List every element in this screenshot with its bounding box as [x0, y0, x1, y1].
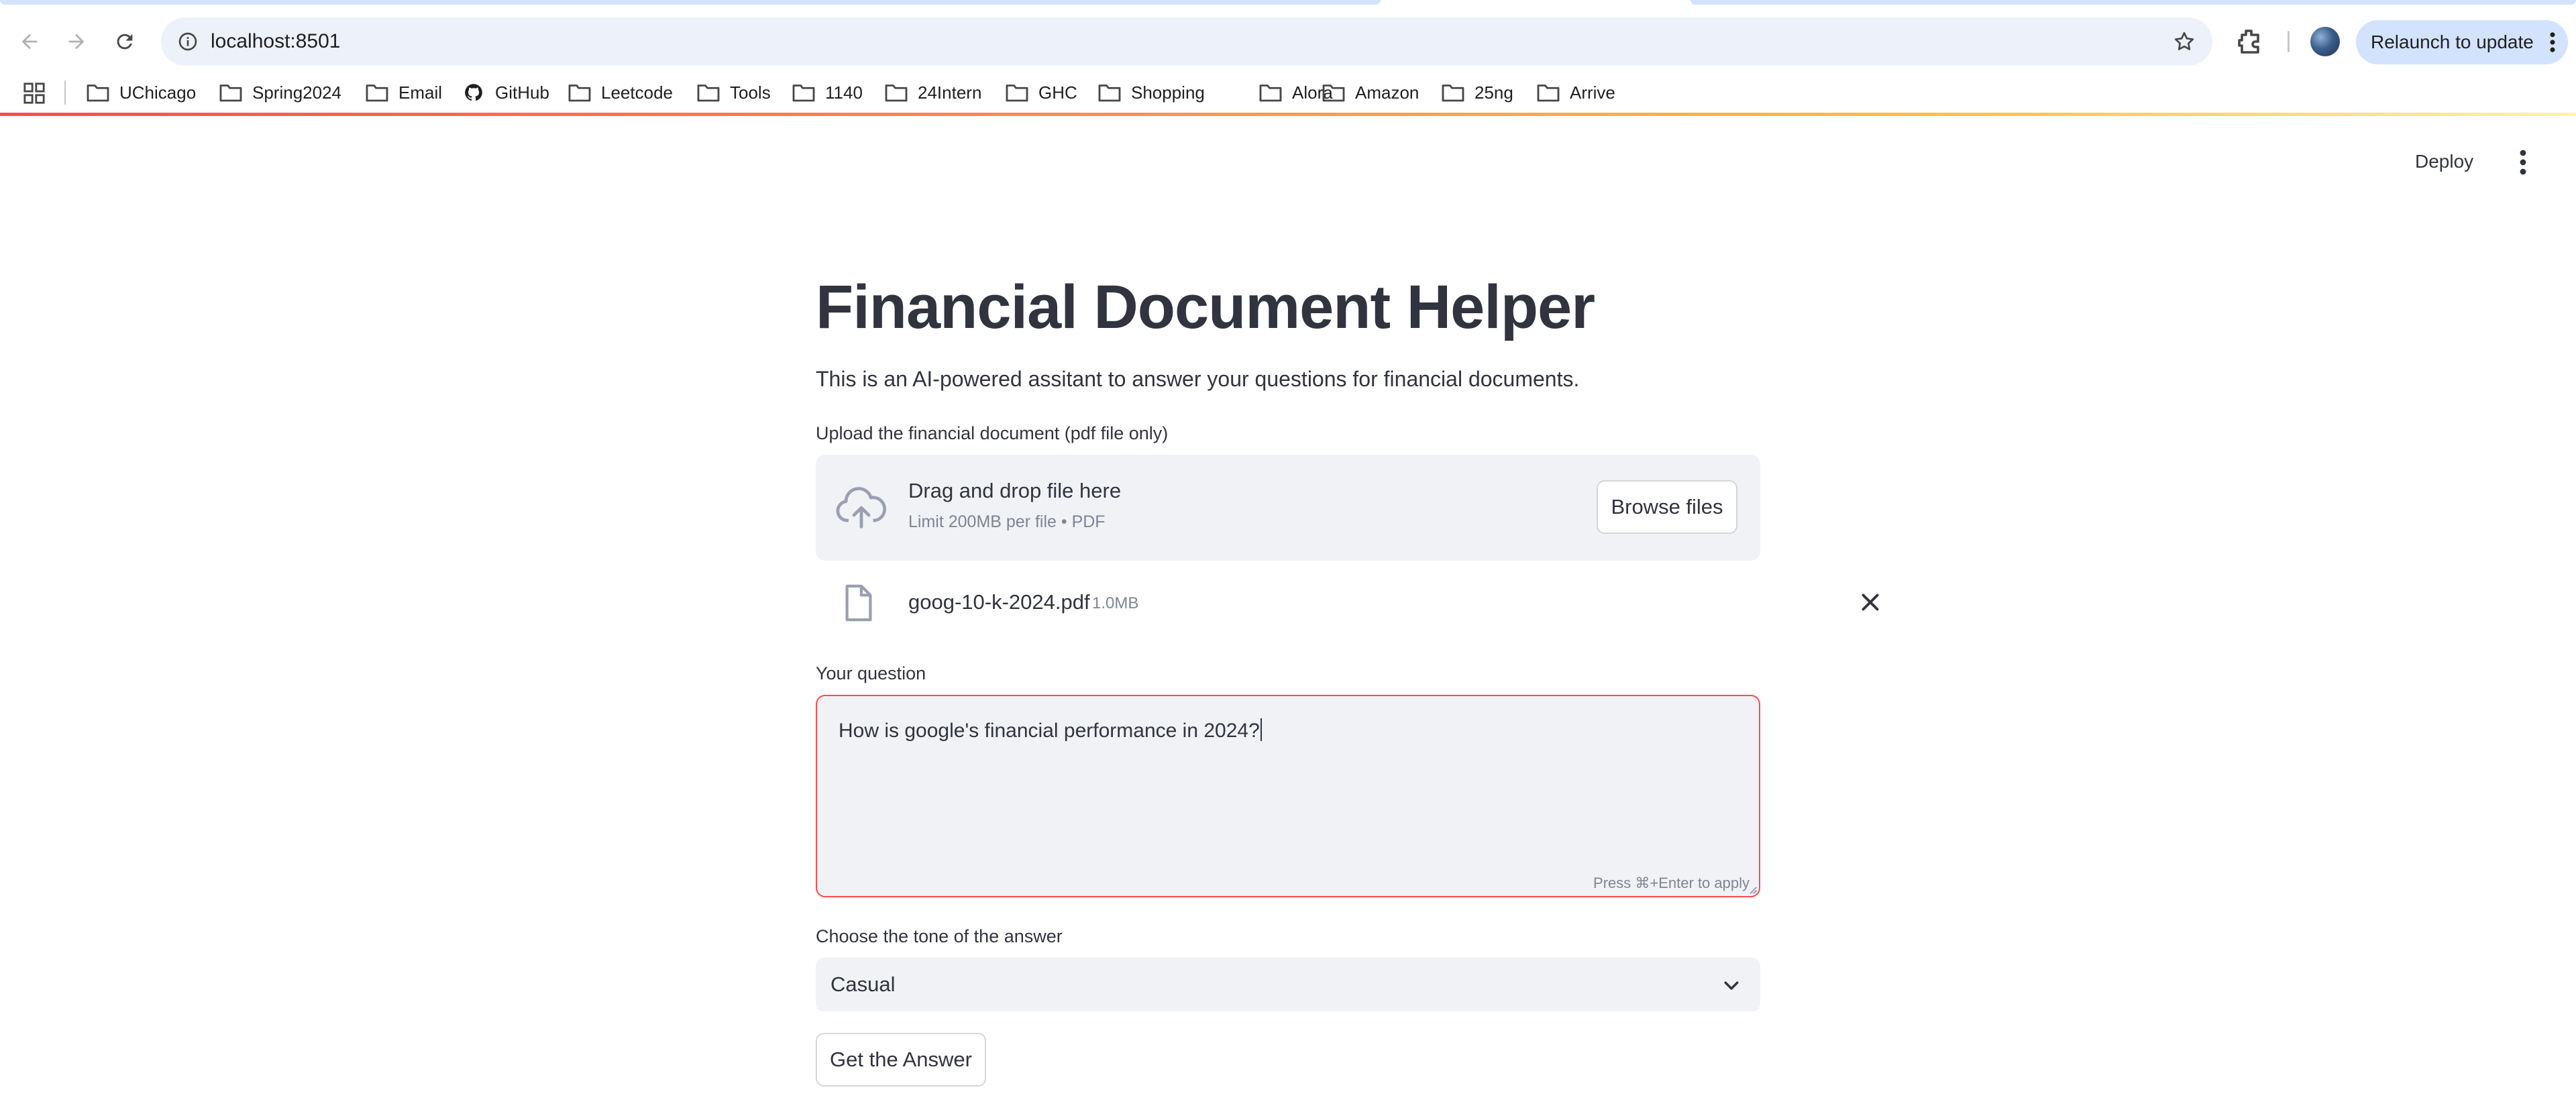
apply-hint: Press ⌘+Enter to apply — [1593, 875, 1750, 891]
reload-button[interactable] — [103, 20, 146, 63]
github-icon — [465, 84, 482, 101]
question-textarea[interactable]: How is google's financial performance in… — [816, 695, 1760, 897]
bookmark-label: UChicago — [119, 82, 197, 103]
bookmark-item[interactable]: Arrive — [1536, 72, 1615, 113]
folder-icon — [219, 85, 242, 102]
question-text[interactable]: How is google's financial performance in… — [839, 716, 1262, 746]
close-icon[interactable] — [1858, 590, 1882, 614]
bookmark-item[interactable]: 1140 — [792, 72, 863, 113]
relaunch-button[interactable]: Relaunch to update — [2356, 20, 2568, 64]
main-menu-icon[interactable] — [2513, 149, 2533, 176]
uploaded-file: goog-10-k-2024.pdf 1.0MB — [816, 575, 1879, 632]
bookmark-label: Tools — [730, 82, 771, 103]
bookmark-label: Arrive — [1570, 82, 1615, 103]
more-vert-icon — [2550, 32, 2555, 52]
arrow-right-icon — [68, 34, 85, 50]
folder-icon — [697, 85, 720, 102]
bookmark-label: 24Intern — [918, 82, 982, 103]
site-info-icon[interactable] — [176, 30, 200, 54]
relaunch-label: Relaunch to update — [2371, 32, 2534, 52]
browser-toolbar: localhost:8501 Relaunch to update — [0, 7, 2576, 72]
extensions-icon[interactable] — [2234, 25, 2266, 58]
chevron-down-icon — [1724, 981, 1739, 990]
bookmark-label: 25ng — [1474, 82, 1513, 103]
folder-icon — [366, 85, 388, 102]
text-caret — [1260, 718, 1262, 741]
bookmark-label: Shopping — [1131, 82, 1205, 103]
dropzone-instructions: Drag and drop file here — [908, 479, 1122, 502]
resize-grip-icon[interactable] — [1747, 884, 1758, 895]
page-title: Financial Document Helper — [816, 273, 1595, 341]
bookmark-item[interactable]: 24Intern — [884, 72, 981, 113]
bookmark-star-icon[interactable] — [2172, 30, 2196, 54]
tone-label: Choose the tone of the answer — [816, 926, 1063, 946]
folder-icon — [1259, 85, 1282, 102]
cloud-upload-icon — [836, 487, 887, 528]
reload-icon — [117, 34, 133, 50]
bookmark-item[interactable]: Tools — [696, 72, 771, 113]
folder-icon — [1322, 85, 1345, 102]
app-header-decoration — [0, 113, 2576, 116]
bookmark-item[interactable]: 25ng — [1441, 72, 1513, 113]
tone-select[interactable]: Casual — [816, 958, 1760, 1011]
bookmark-item[interactable]: GHC — [1005, 72, 1077, 113]
file-name: goog-10-k-2024.pdf — [908, 590, 1090, 614]
bookmarks-bar: UChicago Spring2024 Email GitHub Leetcode Too… — [0, 72, 2576, 113]
bookmark-item[interactable]: Leetcode — [568, 72, 673, 113]
toolbar-divider — [2288, 31, 2290, 52]
apps-grid-icon[interactable] — [23, 82, 46, 105]
bookmarks-divider — [64, 80, 66, 105]
page-subtitle: This is an AI-powered assitant to answer… — [816, 367, 1580, 391]
bookmark-item[interactable]: Spring2024 — [219, 72, 341, 113]
deploy-button[interactable]: Deploy — [2415, 145, 2473, 178]
bookmark-label: Amazon — [1355, 82, 1419, 103]
tab-strip — [0, 0, 2576, 7]
bookmark-label: GitHub — [495, 82, 549, 103]
upload-label: Upload the financial document (pdf file … — [816, 423, 1169, 443]
folder-icon — [885, 85, 908, 102]
folder-icon — [1442, 85, 1464, 102]
url-text[interactable]: localhost:8501 — [211, 17, 340, 66]
tab-indicator[interactable] — [1690, 0, 2576, 5]
bookmark-item[interactable]: Amazon — [1322, 72, 1419, 113]
tab-indicator[interactable] — [0, 0, 1381, 5]
folder-icon — [792, 85, 815, 102]
question-label: Your question — [816, 663, 926, 683]
forward-button[interactable] — [55, 20, 98, 63]
bookmark-label: GHC — [1038, 82, 1077, 103]
arrow-left-icon — [21, 34, 38, 50]
file-icon — [845, 584, 872, 622]
bookmark-label: Leetcode — [601, 82, 673, 103]
profile-avatar[interactable] — [2310, 27, 2340, 56]
folder-icon — [1098, 85, 1121, 102]
dropzone-limit: Limit 200MB per file • PDF — [908, 512, 1106, 531]
folder-icon — [1006, 85, 1028, 102]
folder-icon — [87, 85, 109, 102]
folder-icon — [1537, 85, 1560, 102]
bookmark-item[interactable]: Shopping — [1097, 72, 1205, 113]
back-button[interactable] — [8, 20, 51, 63]
bookmark-label: Email — [398, 82, 443, 103]
bookmark-item[interactable]: Email — [365, 72, 442, 113]
bookmark-label: Spring2024 — [252, 82, 341, 103]
bookmark-label: 1140 — [825, 82, 863, 103]
file-dropzone[interactable]: Drag and drop file here Limit 200MB per … — [816, 455, 1760, 561]
address-bar[interactable]: localhost:8501 — [161, 17, 2212, 66]
bookmark-item[interactable]: GitHub — [462, 72, 549, 113]
bookmark-item[interactable]: UChicago — [86, 72, 196, 113]
file-size: 1.0MB — [1092, 594, 1139, 612]
browse-files-button[interactable]: Browse files — [1597, 480, 1737, 534]
get-answer-button[interactable]: Get the Answer — [816, 1033, 986, 1086]
folder-icon — [568, 85, 591, 102]
tone-selected-value: Casual — [830, 972, 896, 996]
